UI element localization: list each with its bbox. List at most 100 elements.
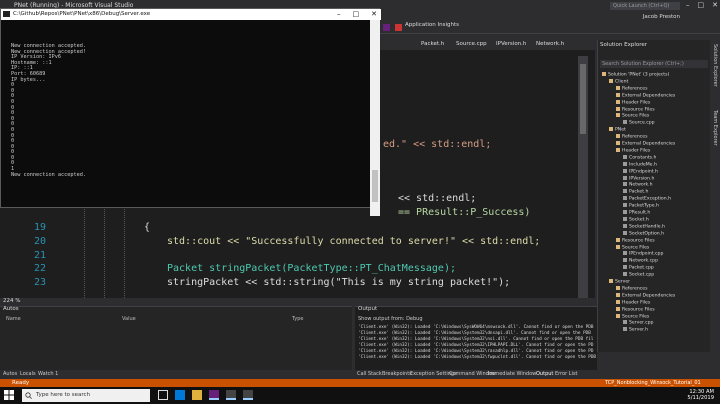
solution-tree-item[interactable]: Socket.cpp [623, 272, 654, 278]
tab-locals[interactable]: Locals [20, 371, 36, 377]
solution-tree-item[interactable]: SocketHandle.h [623, 223, 665, 229]
file-icon [623, 182, 627, 187]
solution-tree-item[interactable]: Header Files [616, 299, 650, 305]
stop-icon[interactable] [395, 24, 402, 31]
edge-icon[interactable] [175, 390, 185, 400]
solution-tree-item[interactable]: Source Files [616, 244, 649, 250]
solution-tree-item[interactable]: Server.cpp [623, 320, 653, 326]
status-repo[interactable]: TCP_Nonblocking_Winsock_Tutorial_01 [605, 380, 701, 386]
solution-tree-item[interactable]: Resource Files [616, 106, 655, 112]
taskbar-search-box[interactable]: Type here to search [22, 389, 150, 402]
console-scrollbar-thumb[interactable] [372, 170, 378, 202]
tab-error-list[interactable]: Error List [555, 371, 578, 377]
minimize-button[interactable]: – [686, 1, 690, 9]
file-icon [623, 223, 627, 228]
user-name[interactable]: Jacob Preston [643, 14, 680, 20]
tab-autos[interactable]: Autos [3, 371, 17, 377]
code-fragment: == PResult::P_Success) [398, 207, 530, 218]
solution-tree-item[interactable]: Server [609, 279, 630, 285]
solution-tree-item[interactable]: References [616, 285, 648, 291]
solution-tree-item[interactable]: Header Files [616, 147, 650, 153]
solution-tree-item[interactable]: PNet [609, 127, 626, 133]
output-source-select[interactable]: Debug [406, 316, 422, 322]
windows-start-icon[interactable] [4, 390, 14, 400]
tab-immediate-window[interactable]: Immediate Window [488, 371, 536, 377]
solution-tree-label: External Dependencies [622, 93, 676, 99]
solution-tree-label: Resource Files [622, 107, 655, 112]
tab-output[interactable]: Output [536, 371, 553, 377]
solution-tree-item[interactable]: Source Files [616, 313, 649, 319]
solution-tree-item[interactable]: Header Files [616, 99, 650, 105]
console-maximize-button[interactable]: □ [353, 10, 360, 18]
task-view-icon[interactable] [158, 390, 168, 400]
file-icon [623, 272, 627, 277]
column-value[interactable]: Value [122, 316, 136, 322]
solution-search-input[interactable]: Search Solution Explorer (Ctrl+;) [600, 60, 708, 68]
solution-tree-item[interactable]: Constants.h [623, 154, 656, 160]
solution-tree-item[interactable]: Network.h [623, 182, 653, 188]
solution-tree-item[interactable]: External Dependencies [616, 141, 675, 147]
solution-tree-item[interactable]: Resource Files [616, 237, 655, 243]
solution-tree-item[interactable]: Socket.h [623, 216, 649, 223]
solution-tree-item[interactable]: External Dependencies [616, 292, 676, 299]
solution-tree-item[interactable]: Resource Files [616, 306, 655, 312]
tab-ipversion-h[interactable]: IPVersion.h [496, 41, 526, 47]
tab-breakpoints[interactable]: Breakpoints [382, 371, 412, 377]
output-source-row: Show output from: Debug [358, 316, 423, 322]
solution-tree-item[interactable]: References [616, 134, 648, 140]
close-button[interactable]: ✕ [712, 1, 718, 9]
console-app-icon[interactable] [226, 390, 236, 400]
console-output: New connection accepted. New connection a… [11, 43, 86, 178]
tab-packet-h[interactable]: Packet.h [421, 41, 444, 47]
tab-team-explorer[interactable]: Team Explorer [712, 110, 718, 146]
solution-tree-item[interactable]: Packet.cpp [623, 265, 654, 271]
console-app-icon[interactable] [243, 390, 253, 400]
solution-tree-item[interactable]: Packet.h [623, 189, 648, 195]
solution-tree-item[interactable]: Source Files [616, 113, 649, 119]
solution-tree-label: Socket.h [629, 217, 649, 223]
solution-tree-item[interactable]: PacketException.h [623, 196, 671, 202]
column-type[interactable]: Type [292, 316, 303, 322]
solution-tree-label: Packet.cpp [629, 265, 654, 271]
solution-tree-item[interactable]: Server.h [623, 327, 648, 333]
tab-watch-1[interactable]: Watch 1 [38, 371, 58, 377]
column-name[interactable]: Name [6, 316, 21, 322]
solution-tree-item[interactable]: SocketOption.h [623, 230, 664, 236]
solution-tree-item[interactable]: Solution 'PNet' (3 projects) [602, 72, 669, 78]
console-close-button[interactable]: ✕ [371, 10, 377, 18]
console-minimize-button[interactable]: – [337, 10, 341, 18]
tab-source-cpp[interactable]: Source.cpp [456, 41, 487, 47]
console-title-bar[interactable]: C:\Github\Repos\PNet\PNet\x86\Debug\Serv… [1, 9, 381, 20]
debug-icon[interactable] [383, 24, 390, 31]
system-clock[interactable]: 12:30 AM 5/11/2019 [687, 389, 714, 401]
solution-tree-label: External Dependencies [622, 293, 676, 299]
solution-tree-item[interactable]: External Dependencies [616, 92, 676, 99]
solution-tree-item[interactable]: Network.cpp [623, 258, 658, 264]
tab-network-h[interactable]: Network.h [536, 41, 564, 47]
tab-call-stack[interactable]: Call Stack [357, 371, 382, 377]
tab-solution-explorer[interactable]: Solution Explorer [712, 44, 718, 87]
solution-tree-item[interactable]: IPEndpoint.h [623, 168, 658, 174]
solution-tree-item[interactable]: IPVersion.h [623, 175, 655, 181]
file-explorer-icon[interactable] [192, 390, 202, 400]
quick-launch-input[interactable]: Quick Launch (Ctrl+Q) [610, 2, 680, 10]
solution-tree-item[interactable]: References [616, 85, 648, 91]
solution-tree-item[interactable]: Source.cpp [623, 120, 655, 126]
zoom-level[interactable]: 224 % [3, 298, 20, 304]
maximize-button[interactable]: □ [698, 1, 705, 9]
solution-tree-item[interactable]: IncludeMe.h [623, 161, 657, 167]
editor-scrollbar[interactable] [578, 56, 588, 298]
console-scrollbar[interactable] [370, 20, 380, 216]
solution-tree-item[interactable]: IPEndpoint.cpp [623, 251, 663, 257]
solution-tree-item[interactable]: Client [609, 78, 628, 84]
solution-tree-item[interactable]: PacketType.h [623, 203, 659, 209]
solution-tree-label: Server.cpp [629, 320, 654, 326]
app-insights-button[interactable]: Application Insights [405, 22, 459, 28]
editor-scrollbar-thumb[interactable] [580, 64, 586, 134]
folder-icon [616, 113, 620, 118]
visual-studio-icon[interactable] [209, 390, 219, 400]
folder-icon [616, 244, 620, 249]
solution-tree-label: IPVersion.h [629, 176, 655, 181]
solution-tree-item[interactable]: PResult.h [623, 210, 650, 216]
console-window-controls: – □ ✕ [337, 10, 377, 18]
